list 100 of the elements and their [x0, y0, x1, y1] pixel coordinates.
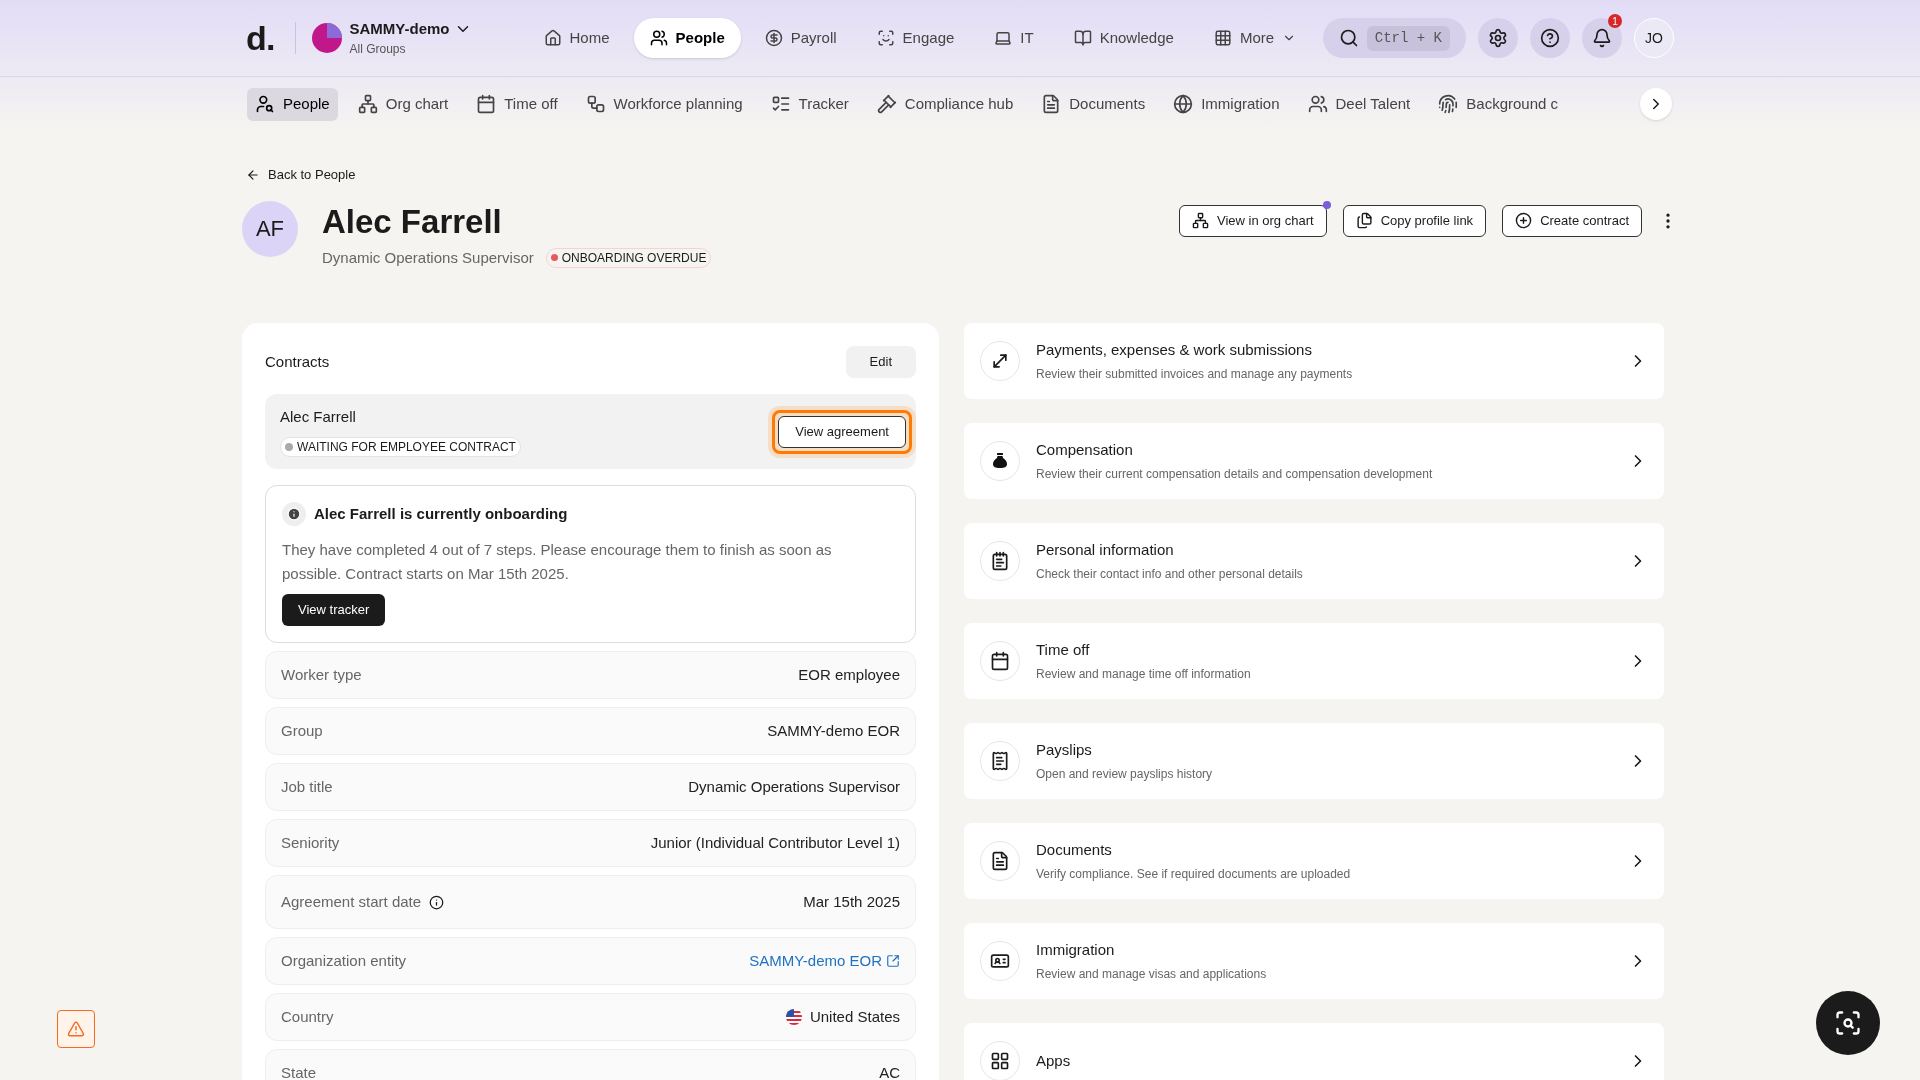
- sub-nav-tab[interactable]: People: [247, 87, 338, 121]
- flag-icon: [785, 1009, 802, 1025]
- nav-tab[interactable]: People: [633, 18, 741, 58]
- section-title: Payments, expenses & work submissions: [1036, 339, 1313, 360]
- bell-icon: [1592, 28, 1612, 48]
- search-field[interactable]: Ctrl + K: [1322, 18, 1466, 58]
- sub-nav-tab[interactable]: Tracker: [762, 87, 857, 121]
- dollar-icon: [764, 29, 783, 47]
- user-avatar[interactable]: JO: [1634, 18, 1674, 58]
- contract-name: Alec Farrell: [280, 407, 357, 428]
- person-name: Alec Farrell: [322, 201, 503, 242]
- section-description: Verify compliance. See if required documents are uploaded: [1036, 866, 1352, 884]
- book-icon: [1073, 29, 1092, 47]
- people-icon: [1307, 94, 1328, 114]
- nav-tab[interactable]: Home: [527, 18, 626, 58]
- sub-nav-tab[interactable]: Background c: [1430, 87, 1566, 121]
- notifications-button[interactable]: [1582, 18, 1622, 58]
- id-card-icon: [990, 951, 1010, 971]
- section-title: Documents: [1036, 839, 1113, 860]
- help-button[interactable]: [1530, 18, 1570, 58]
- settings-icon: [1488, 28, 1508, 48]
- card-title: Contracts: [265, 351, 330, 372]
- section-card[interactable]: Immigration Review and manage visas and applications: [964, 923, 1664, 999]
- section-title: Apps: [1036, 1050, 1072, 1071]
- section-title: Personal information: [1036, 539, 1175, 560]
- section-description: Review their current compensation details and compensation development: [1036, 466, 1434, 484]
- section-description: Review their submitted invoices and manage any payments: [1036, 366, 1354, 384]
- calendar-icon: [990, 651, 1010, 671]
- warning-button[interactable]: [57, 1010, 95, 1048]
- detail-value: Mar 15th 2025: [803, 891, 900, 912]
- section-card[interactable]: Documents Verify compliance. See if required documents are uploaded: [964, 823, 1664, 899]
- section-card[interactable]: Compensation Review their current compensation details and compensation development: [964, 423, 1664, 499]
- notice-title: Alec Farrell is currently onboarding: [314, 503, 568, 524]
- face-scan-icon: [876, 29, 895, 47]
- detail-label: Seniority: [281, 832, 340, 853]
- nav-tab[interactable]: IT: [978, 18, 1050, 58]
- section-description: Review and manage time off information: [1036, 666, 1252, 684]
- detail-label: Agreement start date: [281, 891, 422, 912]
- money-bag-icon: [990, 451, 1010, 471]
- org-chart-icon: [1192, 212, 1210, 229]
- section-card[interactable]: Payslips Open and review payslips history: [964, 723, 1664, 799]
- fingerprint-icon: [1438, 94, 1459, 114]
- edit-button[interactable]: Edit: [845, 346, 916, 378]
- section-card[interactable]: Personal information Check their contact info and other personal details: [964, 523, 1664, 599]
- detail-label: State: [281, 1062, 317, 1080]
- sub-nav-tab[interactable]: Workforce planning: [577, 87, 751, 121]
- sub-nav-tab[interactable]: Immigration: [1165, 87, 1288, 121]
- org-name[interactable]: SAMMY-demo: [349, 17, 450, 41]
- view-agreement-button[interactable]: View agreement: [778, 415, 906, 448]
- info-icon: [429, 894, 445, 910]
- notice-text: They have completed 4 out of 7 steps. Please encourage them to finish as soon as possible. Contract starts on Mar 15th 2025.: [282, 540, 833, 584]
- logo[interactable]: d.: [246, 12, 275, 64]
- job-title: Dynamic Operations Supervisor: [322, 247, 534, 268]
- section-card[interactable]: Time off Review and manage time off information: [964, 623, 1664, 699]
- action-button[interactable]: View in org chart: [1179, 204, 1327, 237]
- apps-icon: [990, 1051, 1010, 1071]
- nav-tab[interactable]: Payroll: [748, 18, 853, 58]
- laptop-icon: [994, 29, 1013, 47]
- detail-value: EOR employee: [798, 664, 900, 685]
- detail-label: Country: [281, 1006, 334, 1027]
- action-button[interactable]: Create contract: [1502, 204, 1642, 237]
- detail-label: Organization entity: [281, 950, 407, 971]
- section-card[interactable]: Payments, expenses & work submissions Review their submitted invoices and manage any payments: [964, 323, 1664, 399]
- section-title: Time off: [1036, 639, 1091, 660]
- nav-tab[interactable]: Engage: [860, 18, 971, 58]
- help-icon: [1540, 28, 1560, 48]
- shortcut-key: Ctrl + K: [1366, 25, 1450, 51]
- org-subtitle: All Groups: [349, 41, 407, 59]
- section-description: Check their contact info and other personal details: [1036, 566, 1304, 584]
- copy-icon: [1355, 212, 1373, 229]
- diagonal-arrows-icon: [990, 351, 1010, 371]
- view-tracker-button[interactable]: View tracker: [282, 594, 386, 626]
- action-button[interactable]: Copy profile link: [1342, 204, 1487, 237]
- gavel-icon: [876, 94, 897, 114]
- entity-link[interactable]: SAMMY-demo EOR: [749, 949, 900, 973]
- nav-tab[interactable]: Knowledge: [1057, 18, 1190, 58]
- person-search-icon: [255, 94, 275, 114]
- back-link[interactable]: Back to People: [246, 165, 1678, 185]
- sub-nav-tab[interactable]: Compliance hub: [868, 87, 1022, 121]
- workflow-icon: [585, 94, 606, 114]
- search-icon: [1338, 28, 1359, 48]
- org-logo-icon: [311, 23, 342, 53]
- calendar-icon: [476, 94, 497, 114]
- notification-badge: 1: [1608, 14, 1622, 28]
- section-description: Open and review payslips history: [1036, 766, 1214, 784]
- nav-tab[interactable]: More: [1197, 18, 1313, 58]
- section-description: Review and manage visas and applications: [1036, 966, 1268, 984]
- list-icon: [770, 94, 791, 114]
- avatar: AF: [242, 200, 298, 257]
- sub-nav-tab[interactable]: Org chart: [349, 87, 457, 121]
- detail-value: United States: [809, 1006, 900, 1027]
- detail-value: Junior (Individual Contributor Level 1): [650, 832, 900, 853]
- sub-nav-tab[interactable]: Time off: [468, 87, 566, 121]
- sub-nav-tab[interactable]: Documents: [1033, 87, 1154, 121]
- info-icon: [282, 502, 306, 526]
- receipt-icon: [990, 751, 1010, 771]
- settings-button[interactable]: [1478, 18, 1518, 58]
- sub-nav-tab[interactable]: Deel Talent: [1299, 87, 1419, 121]
- document-icon: [1041, 94, 1062, 114]
- section-card[interactable]: Apps: [964, 1023, 1664, 1080]
